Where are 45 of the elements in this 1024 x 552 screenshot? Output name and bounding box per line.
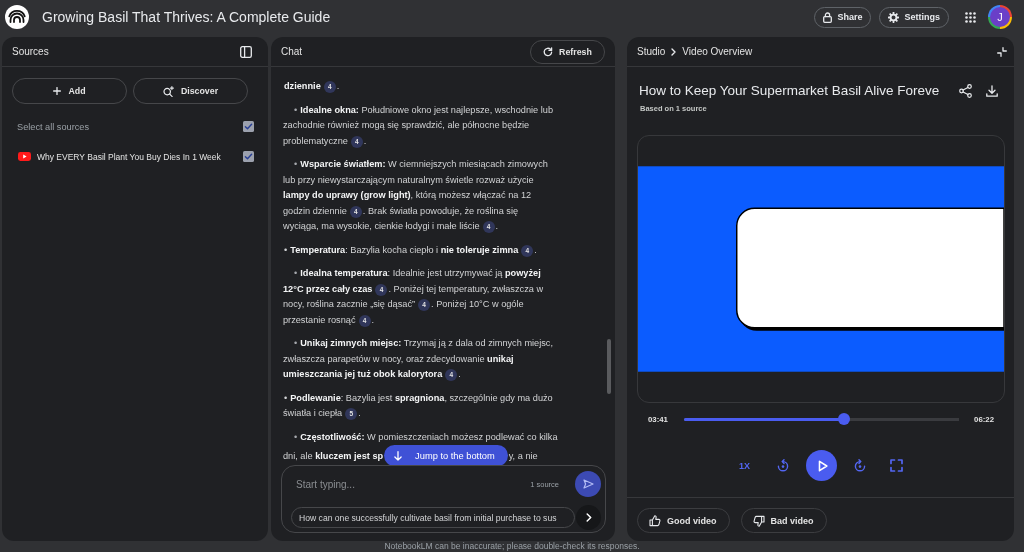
- plus-icon: [53, 87, 62, 95]
- panel-toggle-icon[interactable]: [240, 45, 252, 58]
- checkbox[interactable]: [243, 151, 254, 162]
- checkbox[interactable]: [243, 121, 254, 132]
- video-title: How to Keep Your Supermarket Basil Alive Foreve: [639, 83, 940, 98]
- chat-input-field[interactable]: Start typing...: [296, 475, 531, 493]
- panel-title: Chat: [281, 46, 303, 57]
- refresh-icon: [543, 46, 554, 57]
- scrollbar-thumb[interactable]: [607, 339, 611, 394]
- play-icon: [817, 459, 828, 472]
- download-icon[interactable]: [986, 84, 998, 97]
- video-play-icon: [18, 152, 31, 161]
- panel-title: Sources: [12, 46, 49, 57]
- next-suggestion-button[interactable]: [576, 505, 601, 530]
- chat-paragraph: • Częstotliwość: W pomieszczeniach możesz podlewać co kilka: [294, 431, 558, 442]
- forward-icon[interactable]: [854, 459, 866, 472]
- speed-button[interactable]: 1X: [739, 460, 750, 471]
- source-title[interactable]: Why EVERY Basil Plant You Buy Dies In 1 Week: [37, 151, 221, 162]
- progress-thumb[interactable]: [837, 413, 850, 425]
- send-icon: [582, 479, 594, 489]
- collapse-icon[interactable]: [997, 46, 1007, 57]
- select-all-label: Select all sources: [17, 121, 89, 132]
- chat-text-fragment: dni, ale kluczem jest sp: [283, 450, 384, 461]
- chevron-right-icon: [671, 47, 677, 56]
- breadcrumb-link[interactable]: Studio: [637, 46, 666, 57]
- thumbs-down-icon: [752, 514, 765, 527]
- send-button[interactable]: [575, 471, 601, 497]
- gear-icon: [888, 11, 900, 23]
- logo-icon: [5, 5, 29, 29]
- replay-icon[interactable]: [777, 459, 789, 472]
- thumbs-up-icon: [649, 514, 661, 527]
- disclaimer-text: NotebookLM can be inaccurate; please double-check its responses.: [383, 541, 641, 552]
- chevron-right-icon: [585, 513, 592, 522]
- fullscreen-icon[interactable]: [890, 459, 903, 472]
- notebook-title: Growing Basil That Thrives: A Complete Guide: [42, 9, 332, 25]
- share-icon[interactable]: [959, 83, 972, 98]
- lock-icon: [823, 11, 833, 23]
- play-button[interactable]: [806, 450, 837, 481]
- jump-to-bottom-button[interactable]: Jump to the bottom: [384, 445, 508, 465]
- apps-grid-icon[interactable]: [965, 11, 976, 23]
- breadcrumb-current: Video Overview: [682, 46, 753, 57]
- chat-text-fragment: y, a nie: [508, 450, 538, 461]
- avatar[interactable]: J: [988, 5, 1012, 29]
- down-arrow-icon: [394, 450, 403, 461]
- search-sparkle-icon: [162, 85, 174, 97]
